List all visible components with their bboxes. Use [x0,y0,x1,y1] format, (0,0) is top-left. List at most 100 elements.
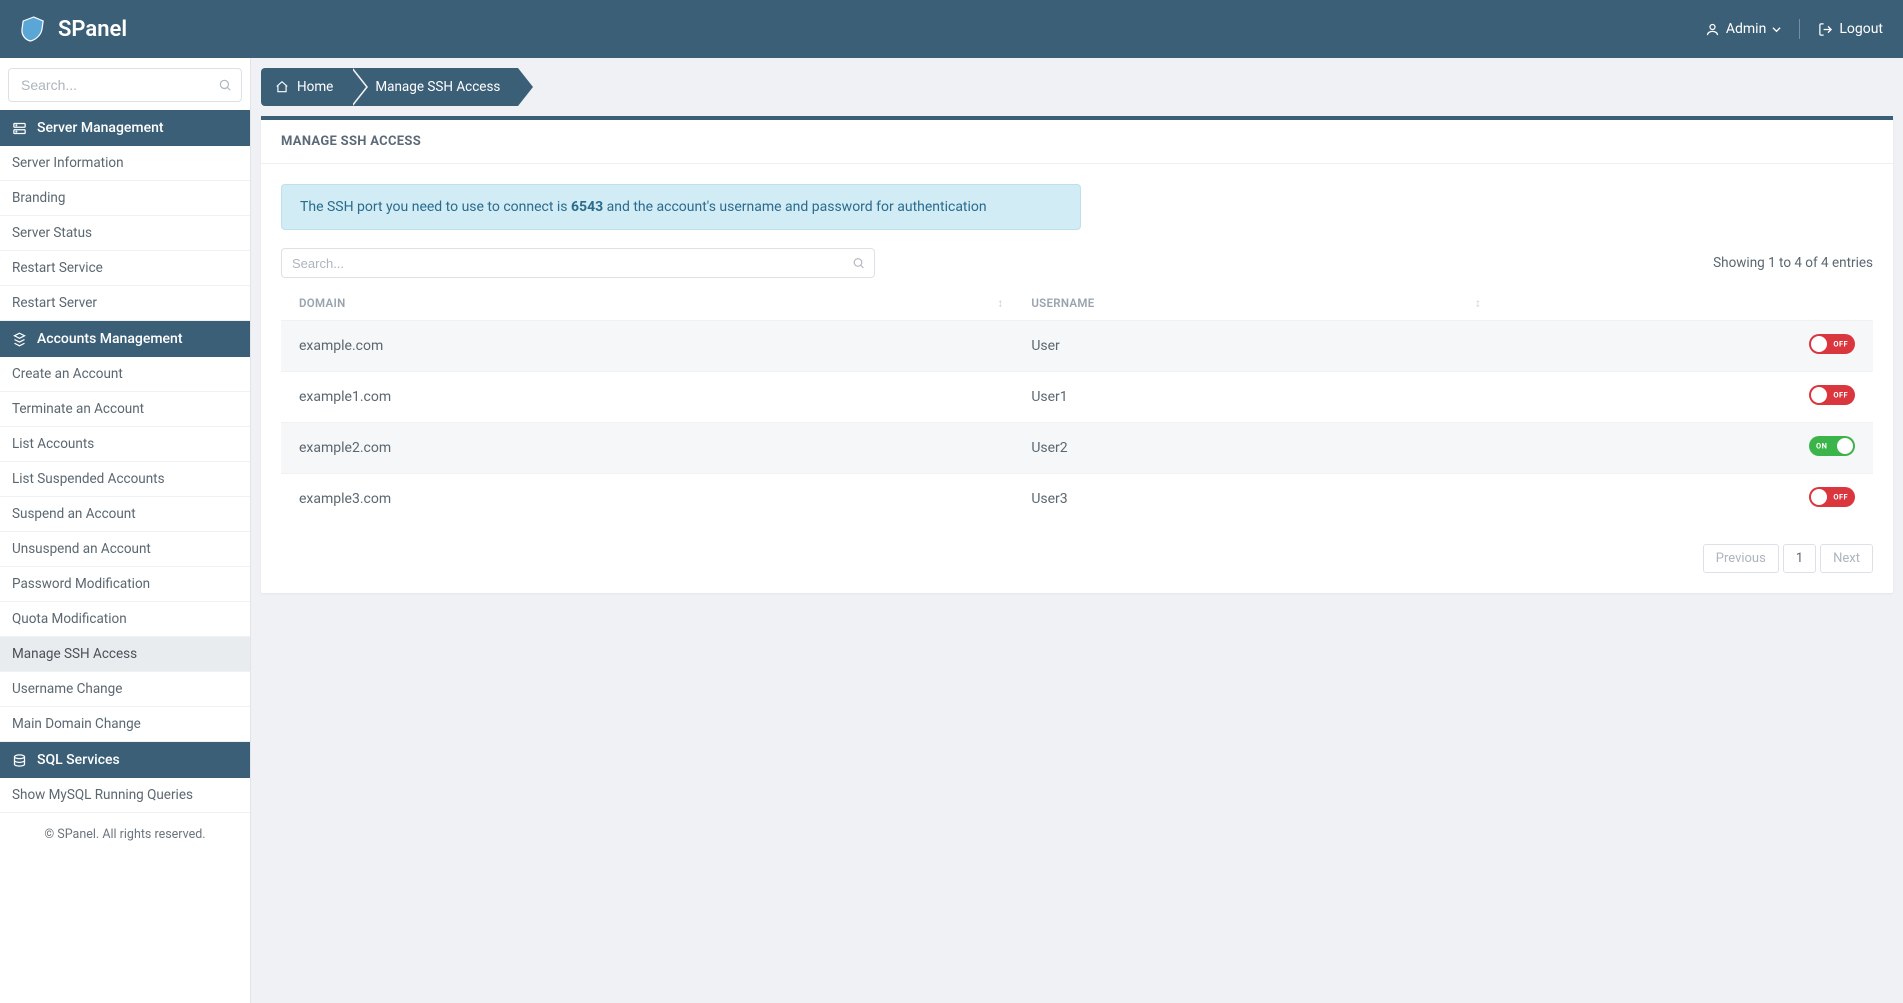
cell-username: User3 [1013,474,1491,525]
sidebar-section-label: Accounts Management [37,331,182,347]
table-body: example.comUserOFFexample1.comUser1OFFex… [281,321,1873,525]
sidebar-item[interactable]: Restart Service [0,251,250,286]
table-search-input[interactable] [281,248,875,278]
toggle-knob [1811,489,1827,505]
sidebar-footer: © SPanel. All rights reserved. [0,813,250,856]
sidebar-item[interactable]: Show MySQL Running Queries [0,778,250,813]
breadcrumb-home-label: Home [297,79,333,95]
col-username[interactable]: USERNAME ↕ [1013,286,1491,321]
sidebar-section-accounts-management[interactable]: Accounts Management [0,321,250,357]
cell-toggle: OFF [1491,321,1873,372]
sort-icon: ↕ [998,297,1004,310]
table-row: example.comUser OFF [281,321,1873,372]
sidebar-item[interactable]: Manage SSH Access [0,637,250,672]
home-icon [275,80,289,94]
chevron-down-icon [1772,25,1781,34]
sidebar-item[interactable]: Terminate an Account [0,392,250,427]
pagination-page[interactable]: 1 [1783,544,1816,573]
sidebar-item[interactable]: List Suspended Accounts [0,462,250,497]
search-icon [852,257,865,270]
sidebar-item[interactable]: Username Change [0,672,250,707]
sidebar-item[interactable]: Quota Modification [0,602,250,637]
sql-services-icon [12,753,27,768]
sidebar-search-input[interactable] [8,68,242,102]
cell-username: User [1013,321,1491,372]
sidebar-item[interactable]: Main Domain Change [0,707,250,742]
col-domain[interactable]: DOMAIN ↕ [281,286,1013,321]
ssh-toggle[interactable]: ON [1809,436,1855,456]
cell-toggle: OFF [1491,474,1873,525]
admin-menu[interactable]: Admin [1705,21,1781,37]
breadcrumb: Home Manage SSH Access [261,68,1893,106]
cell-toggle: ON [1491,423,1873,474]
admin-label: Admin [1726,21,1766,37]
cell-domain: example2.com [281,423,1013,474]
cell-toggle: OFF [1491,372,1873,423]
ssh-port-info: The SSH port you need to use to connect … [281,184,1081,230]
cell-username: User2 [1013,423,1491,474]
sort-icon: ↕ [1475,297,1481,310]
brand[interactable]: SPanel [20,15,127,43]
sidebar-section-label: SQL Services [37,752,120,768]
pagination-previous[interactable]: Previous [1703,544,1779,573]
ssh-table: DOMAIN ↕ USERNAME ↕ example.comUserOFFex… [281,286,1873,524]
sidebar-section-server-management[interactable]: Server Management [0,110,250,146]
sidebar-search [8,68,242,102]
search-icon [218,78,232,92]
pagination: Previous1Next [281,544,1873,573]
cell-domain: example1.com [281,372,1013,423]
table-row: example3.comUser3 OFF [281,474,1873,525]
toggle-knob [1837,438,1853,454]
page-title: MANAGE SSH ACCESS [261,120,1893,164]
info-prefix: The SSH port you need to use to connect … [300,199,571,215]
breadcrumb-current-label: Manage SSH Access [375,79,500,95]
table-row: example1.comUser1 OFF [281,372,1873,423]
sidebar-item[interactable]: Server Status [0,216,250,251]
entries-info: Showing 1 to 4 of 4 entries [1713,255,1873,271]
toggle-knob [1811,387,1827,403]
info-port: 6543 [571,199,603,215]
sidebar-item[interactable]: Unsuspend an Account [0,532,250,567]
page-card: MANAGE SSH ACCESS The SSH port you need … [261,116,1893,593]
brand-text: SPanel [58,17,127,42]
main: Home Manage SSH Access MANAGE SSH ACCESS… [251,58,1903,1003]
pagination-next[interactable]: Next [1820,544,1873,573]
user-icon [1705,22,1720,37]
toggle-label: ON [1816,442,1827,451]
cell-domain: example.com [281,321,1013,372]
info-suffix: and the account's username and password … [603,199,987,215]
logout-icon [1818,22,1833,37]
accounts-management-icon [12,332,27,347]
ssh-toggle[interactable]: OFF [1809,487,1855,507]
sidebar-section-sql-services[interactable]: SQL Services [0,742,250,778]
toggle-label: OFF [1833,493,1848,502]
toggle-label: OFF [1833,391,1848,400]
sidebar-item[interactable]: Restart Server [0,286,250,321]
breadcrumb-current[interactable]: Manage SSH Access [351,68,518,106]
sidebar: Server Management Server InformationBrand… [0,58,251,1003]
sidebar-item[interactable]: Suspend an Account [0,497,250,532]
sidebar-item[interactable]: Branding [0,181,250,216]
sidebar-item[interactable]: List Accounts [0,427,250,462]
table-search [281,248,875,278]
toggle-label: OFF [1833,340,1848,349]
sidebar-item[interactable]: Password Modification [0,567,250,602]
logout-link[interactable]: Logout [1818,21,1883,37]
table-row: example2.comUser2 ON [281,423,1873,474]
server-management-icon [12,121,27,136]
ssh-toggle[interactable]: OFF [1809,334,1855,354]
breadcrumb-home[interactable]: Home [261,68,351,106]
header: SPanel Admin Logout [0,0,1903,58]
cell-domain: example3.com [281,474,1013,525]
toggle-knob [1811,336,1827,352]
logo-icon [20,15,48,43]
sidebar-item[interactable]: Create an Account [0,357,250,392]
logout-label: Logout [1839,21,1883,37]
sidebar-item[interactable]: Server Information [0,146,250,181]
sidebar-sections: Server Management Server InformationBrand… [0,110,250,813]
cell-username: User1 [1013,372,1491,423]
ssh-toggle[interactable]: OFF [1809,385,1855,405]
header-divider [1799,19,1800,39]
header-right: Admin Logout [1705,19,1883,39]
sidebar-section-label: Server Management [37,120,164,136]
